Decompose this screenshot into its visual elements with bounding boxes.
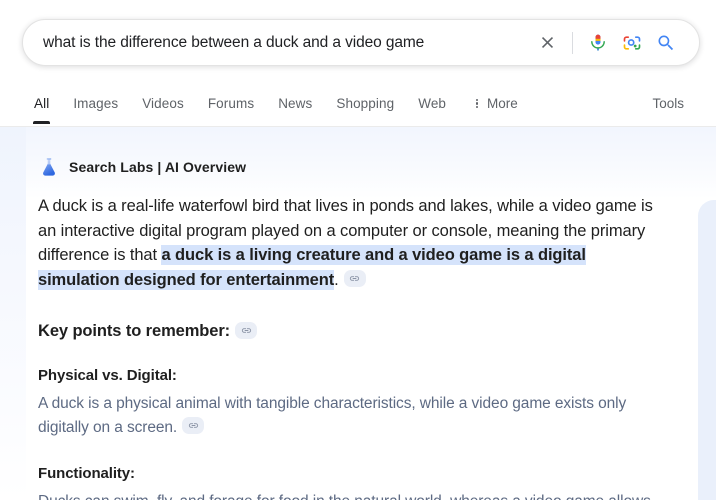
ai-overview-title: Search Labs | AI Overview	[69, 159, 247, 175]
lens-camera-icon	[623, 35, 641, 50]
clear-search-button[interactable]	[530, 26, 564, 60]
tab-news[interactable]: News	[278, 86, 312, 124]
search-nav-bar: All Images Videos Forums News Shopping W…	[0, 86, 716, 127]
close-icon	[541, 36, 553, 49]
tab-images[interactable]: Images	[73, 86, 118, 124]
tab-web-label: Web	[418, 96, 447, 111]
tab-images-label: Images	[73, 96, 119, 111]
section-link-chip[interactable]	[182, 417, 205, 435]
ai-overview-side-panel	[698, 200, 716, 500]
tab-videos-label: Videos	[142, 96, 184, 111]
tab-shopping-label: Shopping	[336, 96, 395, 111]
tab-all[interactable]: All	[32, 86, 51, 124]
ai-overview-header: Search Labs | AI Overview	[38, 156, 338, 178]
section-heading-label: Functionality:	[38, 465, 135, 482]
search-bar-actions	[530, 26, 699, 60]
section-heading-physical-vs-digital: Physical vs. Digital:	[38, 366, 666, 386]
google-lens-button[interactable]	[615, 26, 649, 60]
section-heading-label: Physical vs. Digital:	[38, 367, 177, 384]
tab-news-label: News	[278, 96, 313, 111]
search-nav-items: All Images Videos Forums News Shopping W…	[32, 86, 696, 126]
search-bar[interactable]: what is the difference between a duck an…	[22, 19, 700, 66]
microphone-icon	[591, 34, 605, 51]
section-body-functionality: Ducks can swim, fly, and forage for food…	[38, 490, 666, 500]
more-label: More	[487, 96, 518, 111]
key-points-heading: Key points to remember:	[38, 320, 666, 342]
section-body-text: Ducks can swim, fly, and forage for food…	[38, 493, 651, 500]
tab-shopping[interactable]: Shopping	[336, 86, 394, 124]
ai-overview-summary: A duck is a real-life waterfowl bird tha…	[38, 194, 666, 292]
search-submit-button[interactable]	[649, 26, 683, 60]
voice-search-button[interactable]	[581, 26, 615, 60]
tab-videos[interactable]: Videos	[142, 86, 184, 124]
link-icon	[349, 275, 360, 281]
summary-tail-text: .	[334, 270, 339, 289]
tab-web[interactable]: Web	[418, 86, 446, 124]
tab-forums-label: Forums	[207, 96, 255, 111]
search-input[interactable]: what is the difference between a duck an…	[43, 33, 530, 53]
search-bar-container: what is the difference between a duck an…	[22, 19, 700, 66]
search-bar-divider	[572, 31, 573, 54]
tab-forums[interactable]: Forums	[208, 86, 254, 124]
key-points-link-chip[interactable]	[235, 321, 258, 339]
search-icon	[658, 35, 674, 50]
section-body-text: A duck is a physical animal with tangibl…	[38, 395, 627, 436]
link-icon	[188, 423, 198, 429]
source-link-chip[interactable]	[343, 269, 366, 287]
section-heading-functionality: Functionality:	[38, 464, 666, 484]
tools-label: Tools	[652, 96, 684, 111]
tools-button[interactable]: Tools	[652, 86, 684, 124]
ai-overview-body: A duck is a real-life waterfowl bird tha…	[38, 194, 666, 500]
link-icon	[241, 327, 251, 333]
ai-overview-content: Search Labs | AI Overview A duck is a re…	[0, 127, 698, 500]
section-body-physical-vs-digital: A duck is a physical animal with tangibl…	[38, 392, 666, 440]
google-search-results-page: what is the difference between a duck an…	[0, 0, 716, 500]
key-points-heading-label: Key points to remember:	[38, 322, 231, 340]
flask-icon	[43, 158, 55, 176]
more-filters-button[interactable]: More	[470, 86, 518, 124]
ai-overview-panel: Search Labs | AI Overview A duck is a re…	[0, 127, 716, 500]
tab-all-label: All	[34, 96, 50, 111]
more-vertical-icon	[470, 97, 484, 111]
